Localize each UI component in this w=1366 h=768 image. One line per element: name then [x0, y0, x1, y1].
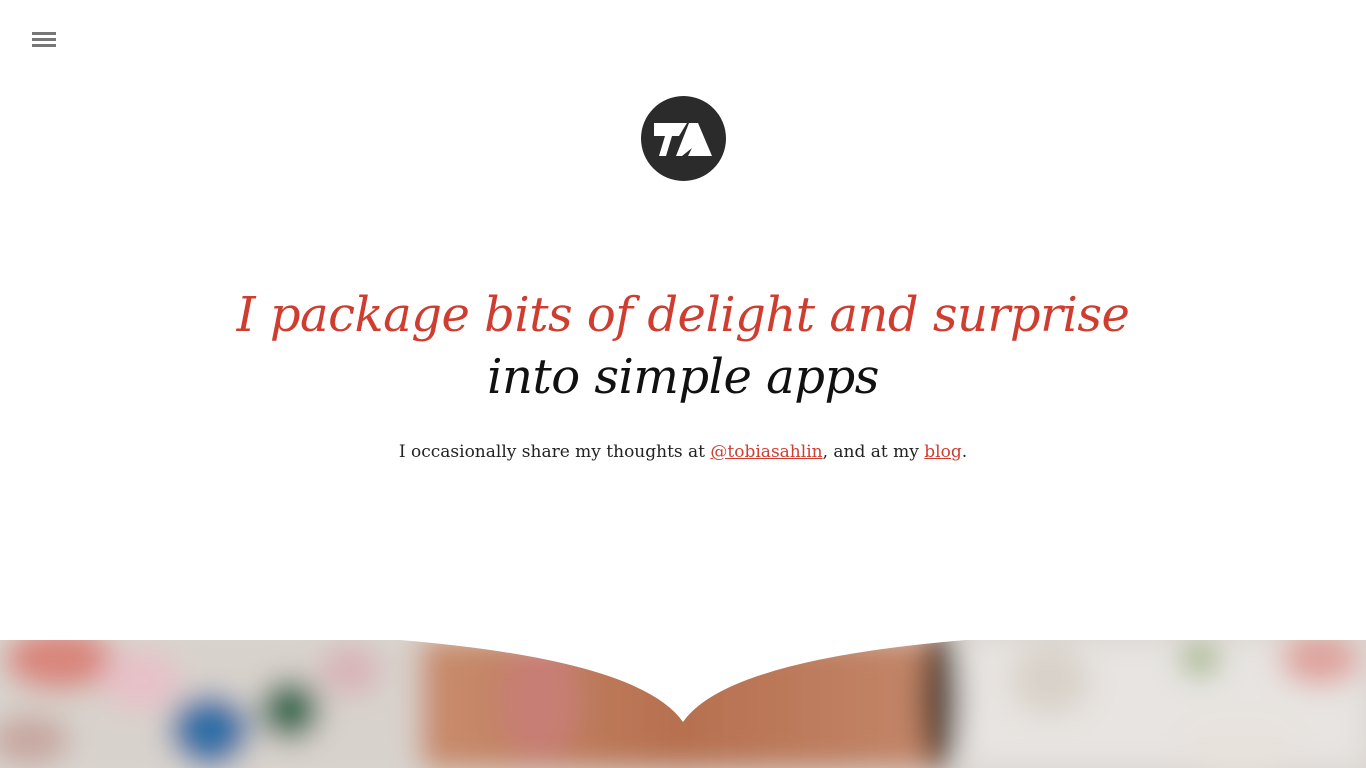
byline-middle: , and at my	[822, 442, 925, 462]
headline: I package bits of delight and surprise i…	[0, 284, 1366, 408]
byline-suffix: .	[961, 442, 968, 462]
hero-image	[0, 640, 1366, 768]
twitter-link[interactable]: @tobiasahlin	[710, 442, 822, 462]
menu-bar	[32, 38, 56, 41]
headline-line-1: I package bits of delight and surprise	[236, 287, 1130, 343]
ta-logo-icon[interactable]	[641, 96, 726, 181]
byline-prefix: I occasionally share my thoughts at	[398, 442, 711, 462]
hamburger-menu-icon[interactable]	[32, 32, 56, 50]
headline-line-2: into simple apps	[487, 349, 879, 405]
byline: I occasionally share my thoughts at @tob…	[0, 440, 1366, 464]
page: I package bits of delight and surprise i…	[0, 0, 1366, 768]
menu-bar	[32, 32, 56, 35]
blog-link[interactable]: blog	[924, 442, 961, 462]
menu-bar	[32, 44, 56, 47]
